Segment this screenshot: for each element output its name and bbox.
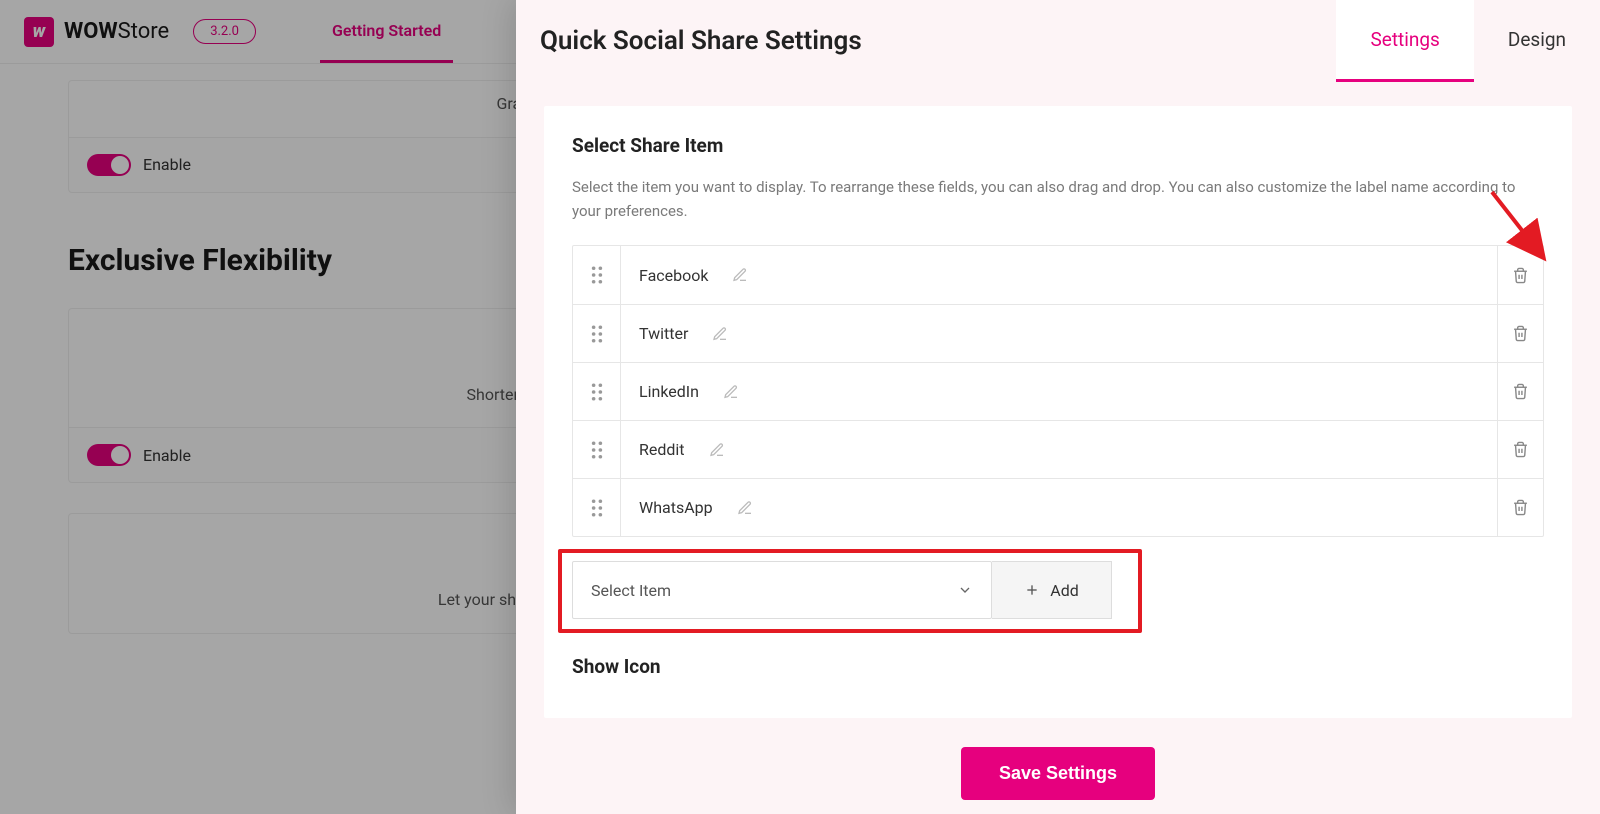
edit-icon[interactable] xyxy=(732,267,748,283)
drag-handle-icon xyxy=(590,325,604,343)
select-item-dropdown[interactable]: Select Item xyxy=(572,561,992,619)
drag-handle-icon xyxy=(590,499,604,517)
tab-design[interactable]: Design xyxy=(1474,0,1600,82)
share-item-label: Twitter xyxy=(639,324,688,343)
delete-button[interactable] xyxy=(1497,479,1543,536)
share-row-reddit[interactable]: Reddit xyxy=(573,420,1543,478)
plus-icon xyxy=(1024,582,1040,598)
panel-footer: Save Settings xyxy=(516,733,1600,814)
chevron-down-icon xyxy=(957,582,973,598)
add-label: Add xyxy=(1050,581,1078,600)
drag-handle-icon xyxy=(590,383,604,401)
card-heading: Select Share Item xyxy=(572,134,1544,157)
delete-button[interactable] xyxy=(1497,305,1543,362)
share-item-card: Select Share Item Select the item you wa… xyxy=(544,106,1572,718)
trash-icon xyxy=(1512,441,1529,458)
drag-handle-icon xyxy=(590,266,604,284)
edit-icon[interactable] xyxy=(709,442,725,458)
trash-icon xyxy=(1512,499,1529,516)
share-row-twitter[interactable]: Twitter xyxy=(573,304,1543,362)
trash-icon xyxy=(1512,267,1529,284)
tab-settings[interactable]: Settings xyxy=(1336,0,1473,82)
share-item-label: Reddit xyxy=(639,440,685,459)
drag-handle[interactable] xyxy=(573,363,621,420)
edit-icon[interactable] xyxy=(712,326,728,342)
panel-body: Select Share Item Select the item you wa… xyxy=(516,82,1600,733)
drag-handle-icon xyxy=(590,441,604,459)
add-item-row: Select Item Add xyxy=(572,561,1544,619)
share-item-label: Facebook xyxy=(639,266,708,285)
drag-handle[interactable] xyxy=(573,305,621,362)
settings-panel: Quick Social Share Settings Settings Des… xyxy=(516,0,1600,814)
delete-button[interactable] xyxy=(1497,246,1543,304)
share-item-list: Facebook Twitter xyxy=(572,245,1544,537)
trash-icon xyxy=(1512,325,1529,342)
edit-icon[interactable] xyxy=(723,384,739,400)
select-placeholder: Select Item xyxy=(591,581,671,600)
add-button[interactable]: Add xyxy=(992,561,1112,619)
drag-handle[interactable] xyxy=(573,479,621,536)
show-icon-heading: Show Icon xyxy=(572,655,1544,678)
drag-handle[interactable] xyxy=(573,246,621,304)
share-row-facebook[interactable]: Facebook xyxy=(573,246,1543,304)
card-description: Select the item you want to display. To … xyxy=(572,175,1544,223)
drag-handle[interactable] xyxy=(573,421,621,478)
delete-button[interactable] xyxy=(1497,421,1543,478)
edit-icon[interactable] xyxy=(737,500,753,516)
share-item-label: LinkedIn xyxy=(639,382,699,401)
share-item-label: WhatsApp xyxy=(639,498,713,517)
share-row-whatsapp[interactable]: WhatsApp xyxy=(573,478,1543,536)
save-settings-button[interactable]: Save Settings xyxy=(961,747,1155,800)
panel-header: Quick Social Share Settings Settings Des… xyxy=(516,0,1600,82)
panel-title: Quick Social Share Settings xyxy=(540,0,862,82)
trash-icon xyxy=(1512,383,1529,400)
share-row-linkedin[interactable]: LinkedIn xyxy=(573,362,1543,420)
delete-button[interactable] xyxy=(1497,363,1543,420)
panel-tabs: Settings Design xyxy=(1336,0,1600,82)
